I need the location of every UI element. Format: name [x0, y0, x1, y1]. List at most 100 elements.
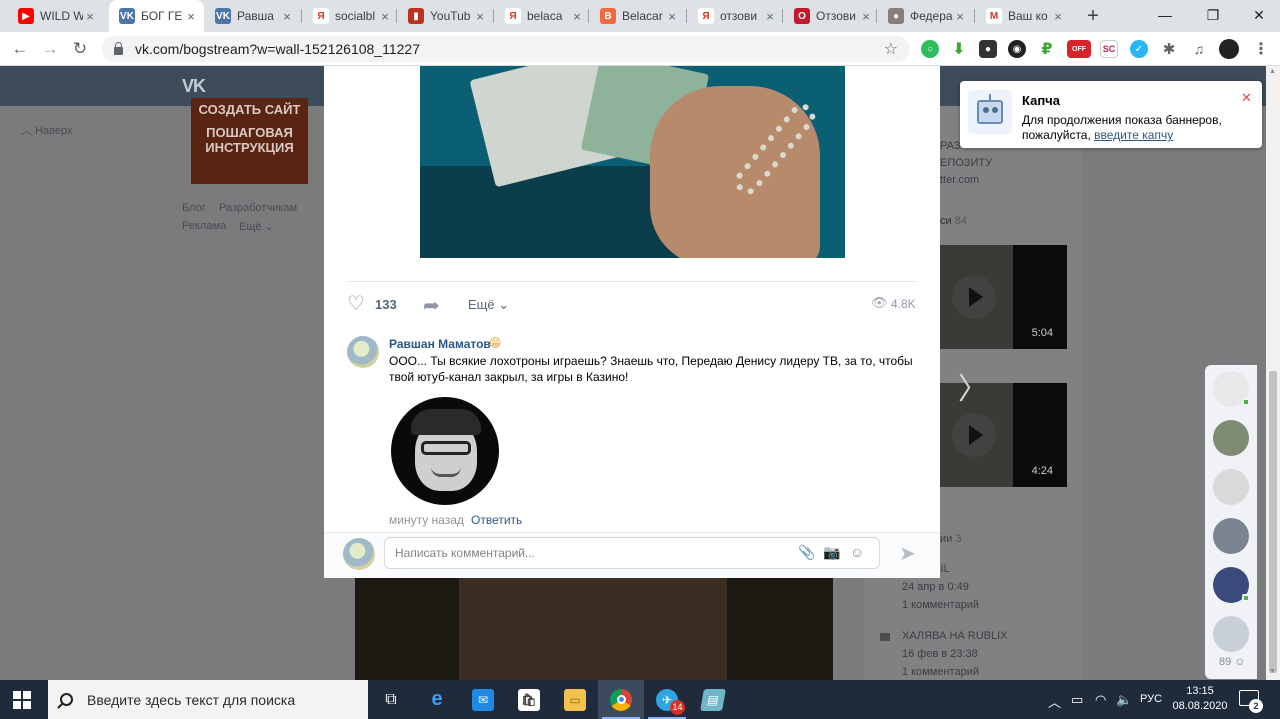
language-indicator[interactable]: РУС	[1140, 693, 1162, 705]
extension-green-circle-icon[interactable]: ○	[921, 40, 939, 58]
taskbar-search[interactable]: Введите здесь текст для поиска	[48, 680, 368, 719]
browser-tab[interactable]: O Отзови ×	[784, 0, 879, 32]
taskbar-store[interactable]: 🛍	[506, 680, 552, 719]
close-notification-icon[interactable]: ✕	[1241, 90, 1252, 106]
comment-author-avatar[interactable]	[347, 336, 379, 368]
tab-close-icon[interactable]: ×	[1051, 9, 1065, 24]
tab-title: Равша	[237, 9, 274, 23]
friends-online-count[interactable]: 89 ☺	[1219, 656, 1246, 668]
extension-download-icon[interactable]: ⬇	[950, 40, 968, 58]
tray-chevron-icon[interactable]: ︿	[1048, 692, 1061, 711]
attach-icon[interactable]: 📎	[798, 544, 815, 561]
discussion-title[interactable]: ХАЛЯВА НА RUBLIX	[902, 630, 1008, 642]
clock[interactable]: 13:15 08.08.2020	[1172, 684, 1228, 714]
taskbar-chrome[interactable]	[598, 680, 644, 719]
taskbar-notepad[interactable]: ▤	[690, 680, 736, 719]
close-window-button[interactable]: ✕	[1236, 0, 1280, 32]
new-tab-button[interactable]: +	[1082, 5, 1104, 27]
extension-ruble-icon[interactable]: ₽	[1038, 40, 1056, 58]
back-button[interactable]: ←	[8, 38, 32, 60]
tab-close-icon[interactable]: ×	[378, 9, 392, 24]
maximize-button[interactable]: ❐	[1190, 0, 1236, 32]
browser-tab[interactable]: VK БОГ ГЕ ×	[109, 0, 204, 32]
friend-avatar[interactable]	[1213, 371, 1250, 407]
media-control-icon[interactable]: ♫	[1190, 40, 1208, 58]
taskbar-telegram[interactable]: ✈ 14	[644, 680, 690, 719]
next-post-photo[interactable]	[355, 578, 833, 680]
camera-icon[interactable]: 📷	[823, 544, 840, 561]
friend-avatar[interactable]	[1213, 469, 1249, 505]
taskbar-mail[interactable]: ✉	[460, 680, 506, 719]
volume-icon[interactable]: 🔈	[1116, 692, 1132, 708]
comment-time[interactable]: минуту назад	[389, 513, 464, 527]
browser-tab[interactable]: ● Федера ×	[878, 0, 973, 32]
extensions-puzzle-icon[interactable]: ✱	[1160, 40, 1178, 58]
browser-tab[interactable]: VK Равша ×	[205, 0, 300, 32]
chrome-menu-icon[interactable]: ⋮	[1252, 40, 1270, 58]
footer-link-ads[interactable]: Реклама	[182, 220, 226, 232]
friend-avatar[interactable]	[1213, 518, 1249, 554]
extension-off-icon[interactable]: OFF	[1067, 40, 1091, 58]
task-view-button[interactable]: ⧉	[368, 680, 414, 719]
share-icon[interactable]: ➦	[423, 293, 440, 318]
tab-close-icon[interactable]: ×	[184, 9, 198, 24]
browser-tab[interactable]: Яотзови ×	[688, 0, 783, 32]
tab-close-icon[interactable]: ×	[763, 9, 777, 24]
tab-close-icon[interactable]: ×	[570, 9, 584, 24]
heart-icon[interactable]: ♡	[347, 294, 365, 314]
tab-close-icon[interactable]: ×	[953, 9, 967, 24]
bookmark-star-icon[interactable]: ☆	[884, 39, 898, 59]
comment-author[interactable]: Равшан Маматов	[389, 337, 491, 351]
discussions-header[interactable]: ии 3	[940, 533, 961, 545]
friend-avatar[interactable]	[1213, 616, 1249, 652]
forward-button[interactable]: →	[38, 38, 62, 60]
post-photo[interactable]	[420, 66, 845, 258]
tab-close-icon[interactable]: ×	[83, 9, 97, 24]
windows-start-icon[interactable]	[13, 691, 31, 709]
browser-tab[interactable]: B Belacar ×	[590, 0, 685, 32]
friend-avatar[interactable]	[1213, 567, 1250, 603]
tab-close-icon[interactable]: ×	[280, 9, 294, 24]
battery-icon[interactable]: ▭	[1071, 692, 1083, 708]
page-scrollbar[interactable]: ▲ ▼	[1266, 66, 1280, 680]
next-post-arrow-icon[interactable]: 〉	[958, 364, 988, 408]
profile-avatar-icon[interactable]	[1219, 39, 1239, 59]
minimize-button[interactable]: —	[1142, 0, 1188, 32]
tab-separator	[588, 9, 589, 23]
more-button[interactable]: Ещё ⌄	[468, 297, 509, 313]
tab-close-icon[interactable]: ×	[473, 9, 487, 24]
videos-header[interactable]: си 84	[940, 215, 967, 227]
tab-close-icon[interactable]: ×	[665, 9, 679, 24]
play-icon[interactable]	[952, 413, 996, 457]
reply-link[interactable]: Ответить	[471, 513, 522, 527]
browser-tab[interactable]: M Ваш ко ×	[976, 0, 1071, 32]
tab-close-icon[interactable]: ×	[859, 9, 873, 24]
reload-button[interactable]: ↻	[68, 38, 92, 60]
browser-tab[interactable]: Яsocialbl ×	[303, 0, 398, 32]
emoji-icon[interactable]: ☺	[850, 544, 864, 560]
captcha-link[interactable]: введите капчу	[1094, 128, 1173, 142]
taskbar-explorer[interactable]: ▭	[552, 680, 598, 719]
play-icon[interactable]	[952, 275, 996, 319]
footer-link-blog[interactable]: Блог	[182, 202, 206, 214]
taskbar-edge[interactable]: e	[414, 680, 460, 719]
extension-red-circle-icon[interactable]: ●	[979, 40, 997, 58]
scrollbar-thumb[interactable]	[1269, 371, 1277, 673]
footer-link-developers[interactable]: Разработчикам	[219, 202, 297, 214]
vk-logo[interactable]: VK	[182, 76, 206, 97]
footer-link-more[interactable]: Ещё ⌄	[239, 220, 274, 233]
extension-owl-icon[interactable]: ◉	[1008, 40, 1026, 58]
my-avatar[interactable]	[343, 538, 375, 570]
browser-tab[interactable]: Яbelaca ×	[495, 0, 590, 32]
extension-sc-icon[interactable]: SC	[1100, 40, 1118, 58]
wifi-icon[interactable]: ◠	[1095, 692, 1106, 708]
friend-avatar[interactable]	[1213, 420, 1249, 456]
send-icon[interactable]: ➤	[899, 541, 916, 566]
address-bar[interactable]: vk.com/bogstream?w=wall-152126108_11227 …	[102, 36, 910, 62]
likes-count[interactable]: 133	[375, 297, 397, 312]
browser-tab[interactable]: ▮ YouTub ×	[398, 0, 493, 32]
extension-check-icon[interactable]: ✓	[1130, 40, 1148, 58]
ad-banner[interactable]: СОЗДАТЬ САЙТ ПОШАГОВАЯ ИНСТРУКЦИЯ	[191, 98, 308, 184]
browser-tab[interactable]: ▶ WILD W ×	[8, 0, 103, 32]
back-to-top-link[interactable]: ︿ Наверх	[21, 122, 72, 138]
